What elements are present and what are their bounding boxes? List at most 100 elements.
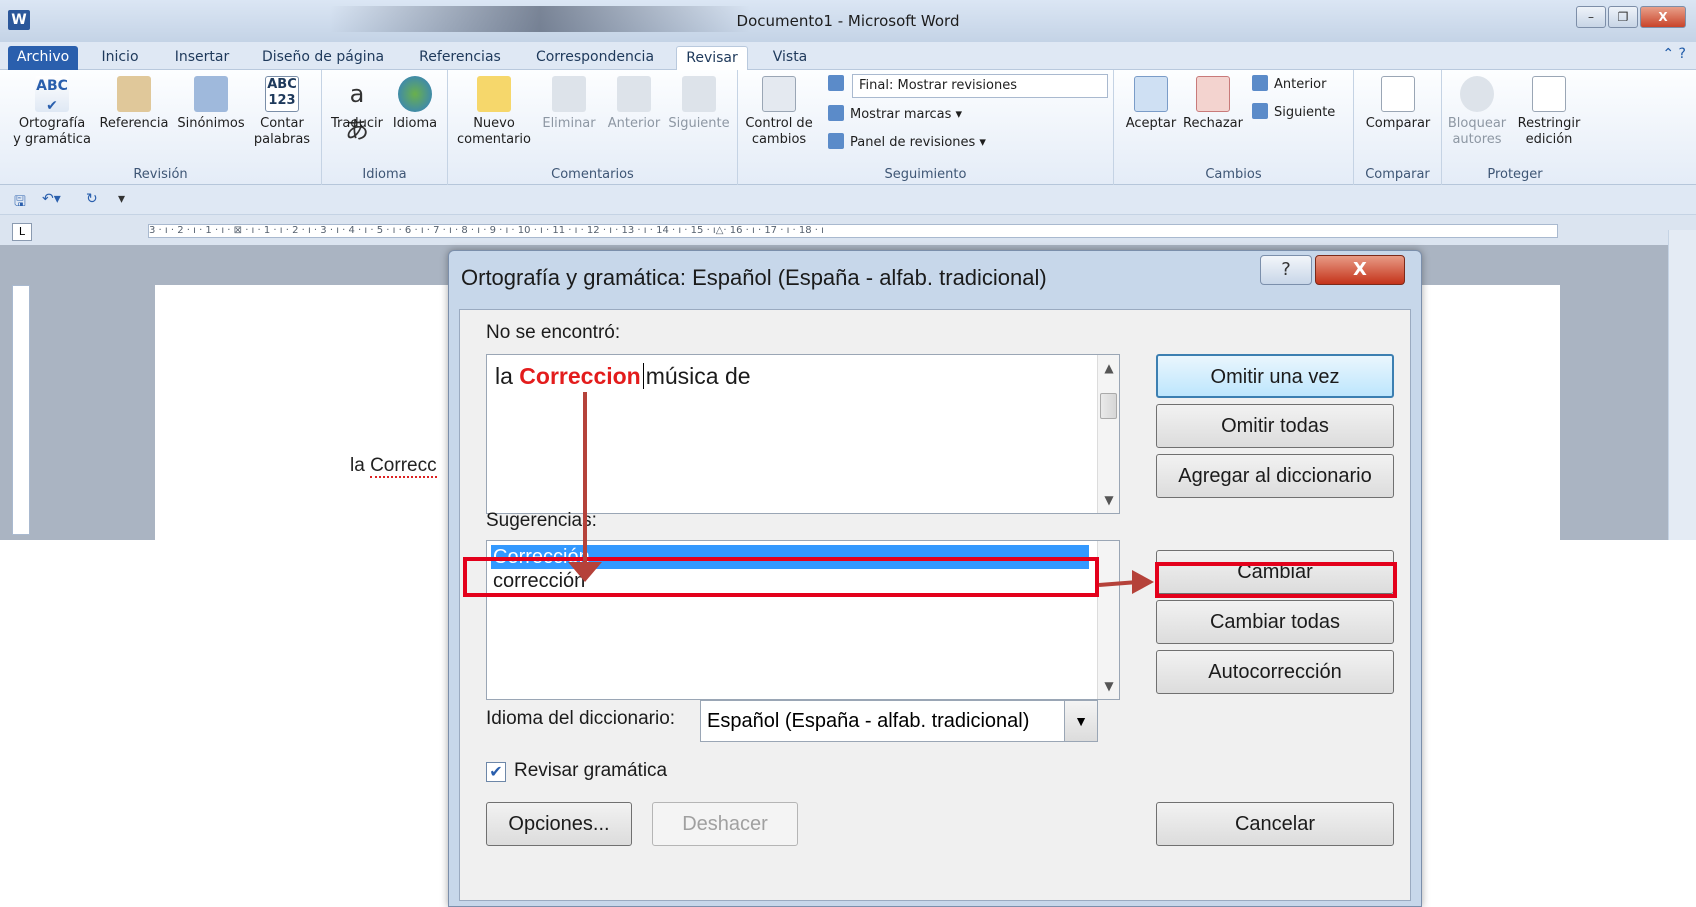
group-revision: ABC ✔ Ortografía y gramática Referencia S…	[0, 70, 322, 185]
tab-revisar[interactable]: Revisar	[676, 46, 748, 70]
block-authors-button[interactable]: Bloquear autores	[1444, 70, 1510, 148]
group-cambios: Aceptar Rechazar Anterior Siguiente Camb…	[1114, 70, 1354, 185]
next-change-icon	[1252, 103, 1268, 119]
close-window-button[interactable]: X	[1640, 6, 1686, 28]
tab-diseno-pagina[interactable]: Diseño de página	[258, 46, 388, 70]
scroll-down-icon[interactable]: ▼	[1098, 679, 1120, 693]
help-icon[interactable]: ⌃ ?	[1662, 46, 1686, 62]
dictionary-language-label: Idioma del diccionario:	[486, 708, 676, 729]
language-button[interactable]: Idioma	[386, 70, 444, 132]
accept-button[interactable]: Aceptar	[1120, 70, 1182, 132]
suggestions-label: Sugerencias:	[486, 510, 597, 531]
save-icon[interactable]: 🖫	[14, 191, 26, 215]
tab-correspondencia[interactable]: Correspondencia	[530, 46, 660, 70]
delete-comment-button[interactable]: Eliminar	[536, 70, 602, 132]
show-markup-icon	[828, 105, 844, 121]
vertical-ruler	[12, 285, 30, 535]
block-authors-icon	[1460, 76, 1494, 112]
suggestions-scrollbar[interactable]: ▼	[1097, 541, 1119, 699]
previous-comment-button[interactable]: Anterior	[604, 70, 664, 132]
tab-vista[interactable]: Vista	[762, 46, 818, 70]
change-all-button[interactable]: Cambiar todas	[1156, 600, 1394, 644]
add-to-dictionary-button[interactable]: Agregar al diccionario	[1156, 454, 1394, 498]
next-change-button[interactable]: Siguiente	[1252, 102, 1335, 124]
minimize-button[interactable]: –	[1576, 6, 1606, 28]
tab-inicio[interactable]: Inicio	[88, 46, 152, 70]
not-found-scrollbar[interactable]: ▲ ▼	[1097, 355, 1119, 513]
document-text[interactable]: la Correcc	[350, 455, 437, 478]
tab-archivo[interactable]: Archivo	[8, 46, 78, 70]
quick-access-toolbar: 🖫 ↶▾ ↻ ▾	[0, 185, 1696, 215]
check-grammar-checkbox[interactable]: ✔	[486, 762, 506, 782]
dictionary-language-select[interactable]: Español (España - alfab. tradicional) ▼	[700, 700, 1098, 742]
group-seguimiento: Control de cambios Final: Mostrar revisi…	[738, 70, 1114, 185]
not-found-textbox[interactable]: la Correccion música de ▲ ▼	[486, 354, 1120, 514]
redo-icon[interactable]: ↻	[86, 191, 98, 207]
globe-icon	[398, 76, 432, 112]
previous-comment-icon	[617, 76, 651, 112]
tab-insertar[interactable]: Insertar	[166, 46, 238, 70]
options-button[interactable]: Opciones...	[486, 802, 632, 846]
group-idioma: aあ Traducir Idioma Idioma	[322, 70, 448, 185]
misspelled-word: Correccion	[519, 363, 641, 389]
new-comment-icon	[477, 76, 511, 112]
translate-icon: aあ	[345, 80, 369, 144]
spellcheck-icon: ABC ✔	[35, 76, 69, 114]
group-proteger: Bloquear autores Restringir edición Prot…	[1442, 70, 1588, 185]
suggestion-highlight-box	[463, 557, 1099, 597]
previous-change-icon	[1252, 75, 1268, 91]
show-markup-button[interactable]: Mostrar marcas ▾	[828, 104, 962, 126]
compare-icon	[1381, 76, 1415, 112]
new-comment-button[interactable]: Nuevo comentario	[454, 70, 534, 148]
chevron-down-icon[interactable]: ▼	[1064, 700, 1098, 742]
ribbon: ABC ✔ Ortografía y gramática Referencia S…	[0, 70, 1696, 185]
display-review-combo[interactable]: Final: Mostrar revisiones	[852, 74, 1108, 98]
spelling-button[interactable]: ABC ✔ Ortografía y gramática	[10, 70, 94, 148]
close-dialog-button[interactable]: X	[1315, 255, 1405, 285]
cancel-button[interactable]: Cancelar	[1156, 802, 1394, 846]
display-review-icon	[828, 75, 844, 91]
customize-qat-icon[interactable]: ▾	[118, 191, 125, 207]
vertical-scrollbar[interactable]	[1668, 230, 1696, 540]
undo-icon[interactable]: ↶▾	[42, 191, 61, 207]
delete-comment-icon	[552, 76, 586, 112]
reviewing-pane-icon	[828, 133, 844, 149]
restore-button[interactable]: ❐	[1608, 6, 1638, 28]
reject-change-icon	[1196, 76, 1230, 112]
restrict-editing-button[interactable]: Restringir edición	[1512, 70, 1586, 148]
reviewing-pane-button[interactable]: Panel de revisiones ▾	[828, 132, 986, 154]
window-title: Documento1 - Microsoft Word	[736, 12, 960, 30]
group-comparar: Comparar Comparar	[1354, 70, 1442, 185]
book-icon	[194, 76, 228, 112]
track-changes-button[interactable]: Control de cambios	[742, 70, 816, 148]
ignore-all-button[interactable]: Omitir todas	[1156, 404, 1394, 448]
translate-button[interactable]: aあ Traducir	[326, 70, 388, 144]
lock-document-icon	[1532, 76, 1566, 112]
horizontal-ruler: L 3 · ı · 2 · ı · 1 · ı · ⊠ · ı · 1 · ı …	[0, 215, 1696, 245]
word-count-icon: ABC 123	[265, 76, 299, 112]
scroll-down-icon[interactable]: ▼	[1098, 493, 1120, 507]
next-comment-icon	[682, 76, 716, 112]
scroll-up-icon[interactable]: ▲	[1098, 361, 1120, 375]
previous-change-button[interactable]: Anterior	[1252, 74, 1326, 96]
thesaurus-button[interactable]: Sinónimos	[174, 70, 248, 132]
change-button-highlight-box	[1155, 562, 1397, 598]
accept-change-icon	[1134, 76, 1168, 112]
not-found-label: No se encontró:	[486, 322, 621, 343]
group-comentarios: Nuevo comentario Eliminar Anterior Sigui…	[448, 70, 738, 185]
tab-referencias[interactable]: Referencias	[414, 46, 506, 70]
word-count-button[interactable]: ABC 123 Contar palabras	[250, 70, 314, 148]
reject-button[interactable]: Rechazar	[1180, 70, 1246, 132]
ignore-once-button[interactable]: Omitir una vez	[1156, 354, 1394, 398]
compare-button[interactable]: Comparar	[1356, 70, 1440, 132]
help-button[interactable]: ?	[1260, 255, 1312, 285]
next-comment-button[interactable]: Siguiente	[664, 70, 734, 132]
dialog-title: Ortografía y gramática: Español (España …	[461, 265, 1047, 290]
autocorrect-button[interactable]: Autocorrección	[1156, 650, 1394, 694]
research-button[interactable]: Referencia	[96, 70, 172, 132]
tab-stop-selector[interactable]: L	[12, 223, 32, 241]
ruler-bar[interactable]: 3 · ı · 2 · ı · 1 · ı · ⊠ · ı · 1 · ı · …	[148, 224, 1558, 238]
undo-button[interactable]: Deshacer	[652, 802, 798, 846]
title-bar: W Documento1 - Microsoft Word – ❐ X	[0, 0, 1696, 42]
track-changes-icon	[762, 76, 796, 112]
